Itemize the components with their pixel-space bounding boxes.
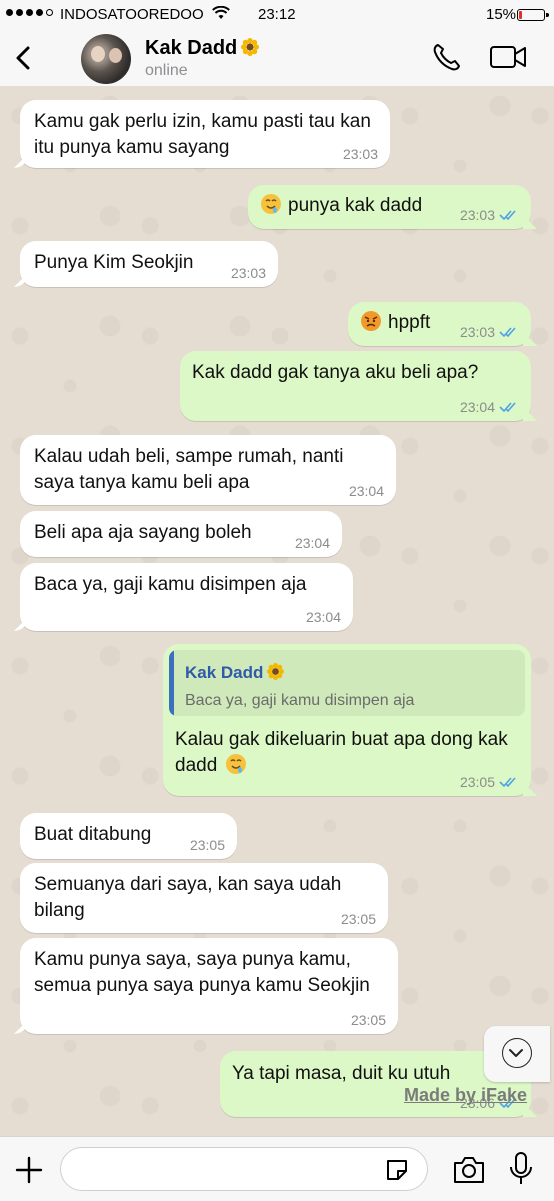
battery-percent: 15% xyxy=(486,6,517,23)
message-time: 23:05 xyxy=(350,1012,386,1028)
watermark: Made by iFake xyxy=(404,1085,528,1105)
message-time: 23:04 xyxy=(348,483,384,499)
message-time: 23:04 xyxy=(305,609,341,625)
chat-area[interactable]: Kamu gak perlu izin, kamu pasti tau kan … xyxy=(0,86,554,1136)
phone-call-icon[interactable] xyxy=(430,42,464,74)
plus-icon[interactable] xyxy=(14,1155,44,1185)
message-time: 23:05 xyxy=(189,837,225,853)
message-input-bar xyxy=(0,1136,554,1201)
double-check-read-icon xyxy=(499,402,516,413)
contact-avatar[interactable] xyxy=(81,34,131,84)
sunflower-icon xyxy=(267,663,285,680)
message-bubble-incoming[interactable]: Semuanya dari saya, kan saya udah bilang… xyxy=(20,863,388,933)
message-time: 23:03 xyxy=(342,146,378,162)
contact-name-text: Kak Dadd xyxy=(145,37,238,59)
message-time: 23:05 xyxy=(340,911,376,927)
wifi-icon xyxy=(212,5,230,23)
sunflower-icon xyxy=(241,38,260,56)
message-text: Semuanya dari saya, kan saya udah bilang xyxy=(34,874,342,921)
message-time: 23:03 xyxy=(459,207,495,223)
message-bubble-outgoing[interactable]: hppft 23:03 xyxy=(348,302,531,346)
message-text: Kamu gak perlu izin, kamu pasti tau kan … xyxy=(34,111,371,158)
camera-icon[interactable] xyxy=(452,1155,486,1185)
message-text: Kamu punya saya, saya punya kamu, semua … xyxy=(34,949,370,996)
message-bubble-outgoing[interactable]: punya kak dadd 23:03 xyxy=(248,185,531,229)
presence-status: online xyxy=(145,62,188,79)
double-check-read-icon xyxy=(499,210,516,221)
quoted-sender-name: Kak Dadd xyxy=(185,660,285,686)
message-text: Beli apa aja sayang boleh xyxy=(34,522,252,543)
message-text: Punya Kim Seokjin xyxy=(34,252,194,273)
chat-header: Kak Dadd online xyxy=(0,30,554,87)
carrier-name: INDOSATOOREDOO xyxy=(60,6,204,23)
message-text: Baca ya, gaji kamu disimpen aja xyxy=(34,574,307,595)
quote-accent-bar xyxy=(169,650,174,716)
message-bubble-incoming[interactable]: Kamu gak perlu izin, kamu pasti tau kan … xyxy=(20,100,390,168)
drooling-face-emoji-icon xyxy=(225,754,246,774)
message-time: 23:03 xyxy=(459,324,495,340)
message-time: 23:04 xyxy=(459,399,495,415)
message-text: Kak dadd gak tanya aku beli apa? xyxy=(192,362,479,383)
message-bubble-incoming[interactable]: Beli apa aja sayang boleh 23:04 xyxy=(20,511,342,557)
message-time: 23:05 xyxy=(459,774,495,790)
message-bubble-incoming[interactable]: Baca ya, gaji kamu disimpen aja 23:04 xyxy=(20,563,353,631)
message-bubble-outgoing-reply[interactable]: Kak Dadd Baca ya, gaji kamu disimpen aja… xyxy=(163,644,531,796)
drooling-face-emoji-icon xyxy=(261,194,281,214)
quoted-message-text: Baca ya, gaji kamu disimpen aja xyxy=(185,692,415,709)
double-check-read-icon xyxy=(499,327,516,338)
message-text: Kalau udah beli, sampe rumah, nanti saya… xyxy=(34,446,344,493)
back-chevron-icon[interactable] xyxy=(10,38,40,78)
signal-strength-icon xyxy=(6,9,53,16)
message-bubble-incoming[interactable]: Kalau udah beli, sampe rumah, nanti saya… xyxy=(20,435,396,505)
message-input[interactable] xyxy=(60,1147,428,1191)
message-text: hppft xyxy=(388,312,431,333)
clock: 23:12 xyxy=(258,6,296,23)
message-text: Ya tapi masa, duit ku utuh xyxy=(232,1063,451,1084)
status-bar: INDOSATOOREDOO 23:12 15% xyxy=(0,0,554,30)
video-call-icon[interactable] xyxy=(489,42,529,72)
battery-icon xyxy=(517,9,549,21)
sticker-icon[interactable] xyxy=(384,1157,410,1183)
message-bubble-outgoing[interactable]: Kak dadd gak tanya aku beli apa? 23:04 xyxy=(180,351,531,421)
chevron-down-icon xyxy=(502,1038,532,1068)
message-time: 23:03 xyxy=(230,265,266,281)
scroll-to-bottom-button[interactable] xyxy=(484,1026,550,1082)
angry-face-emoji-icon xyxy=(361,311,381,331)
message-text: punya kak dadd xyxy=(288,195,423,216)
microphone-icon[interactable] xyxy=(508,1151,534,1187)
message-bubble-incoming[interactable]: Buat ditabung 23:05 xyxy=(20,813,237,859)
message-time: 23:04 xyxy=(294,535,330,551)
message-bubble-incoming[interactable]: Kamu punya saya, saya punya kamu, semua … xyxy=(20,938,398,1034)
quoted-message[interactable]: Kak Dadd Baca ya, gaji kamu disimpen aja xyxy=(169,650,525,716)
contact-name[interactable]: Kak Dadd xyxy=(145,37,260,60)
message-bubble-incoming[interactable]: Punya Kim Seokjin 23:03 xyxy=(20,241,278,287)
double-check-read-icon xyxy=(499,777,516,788)
